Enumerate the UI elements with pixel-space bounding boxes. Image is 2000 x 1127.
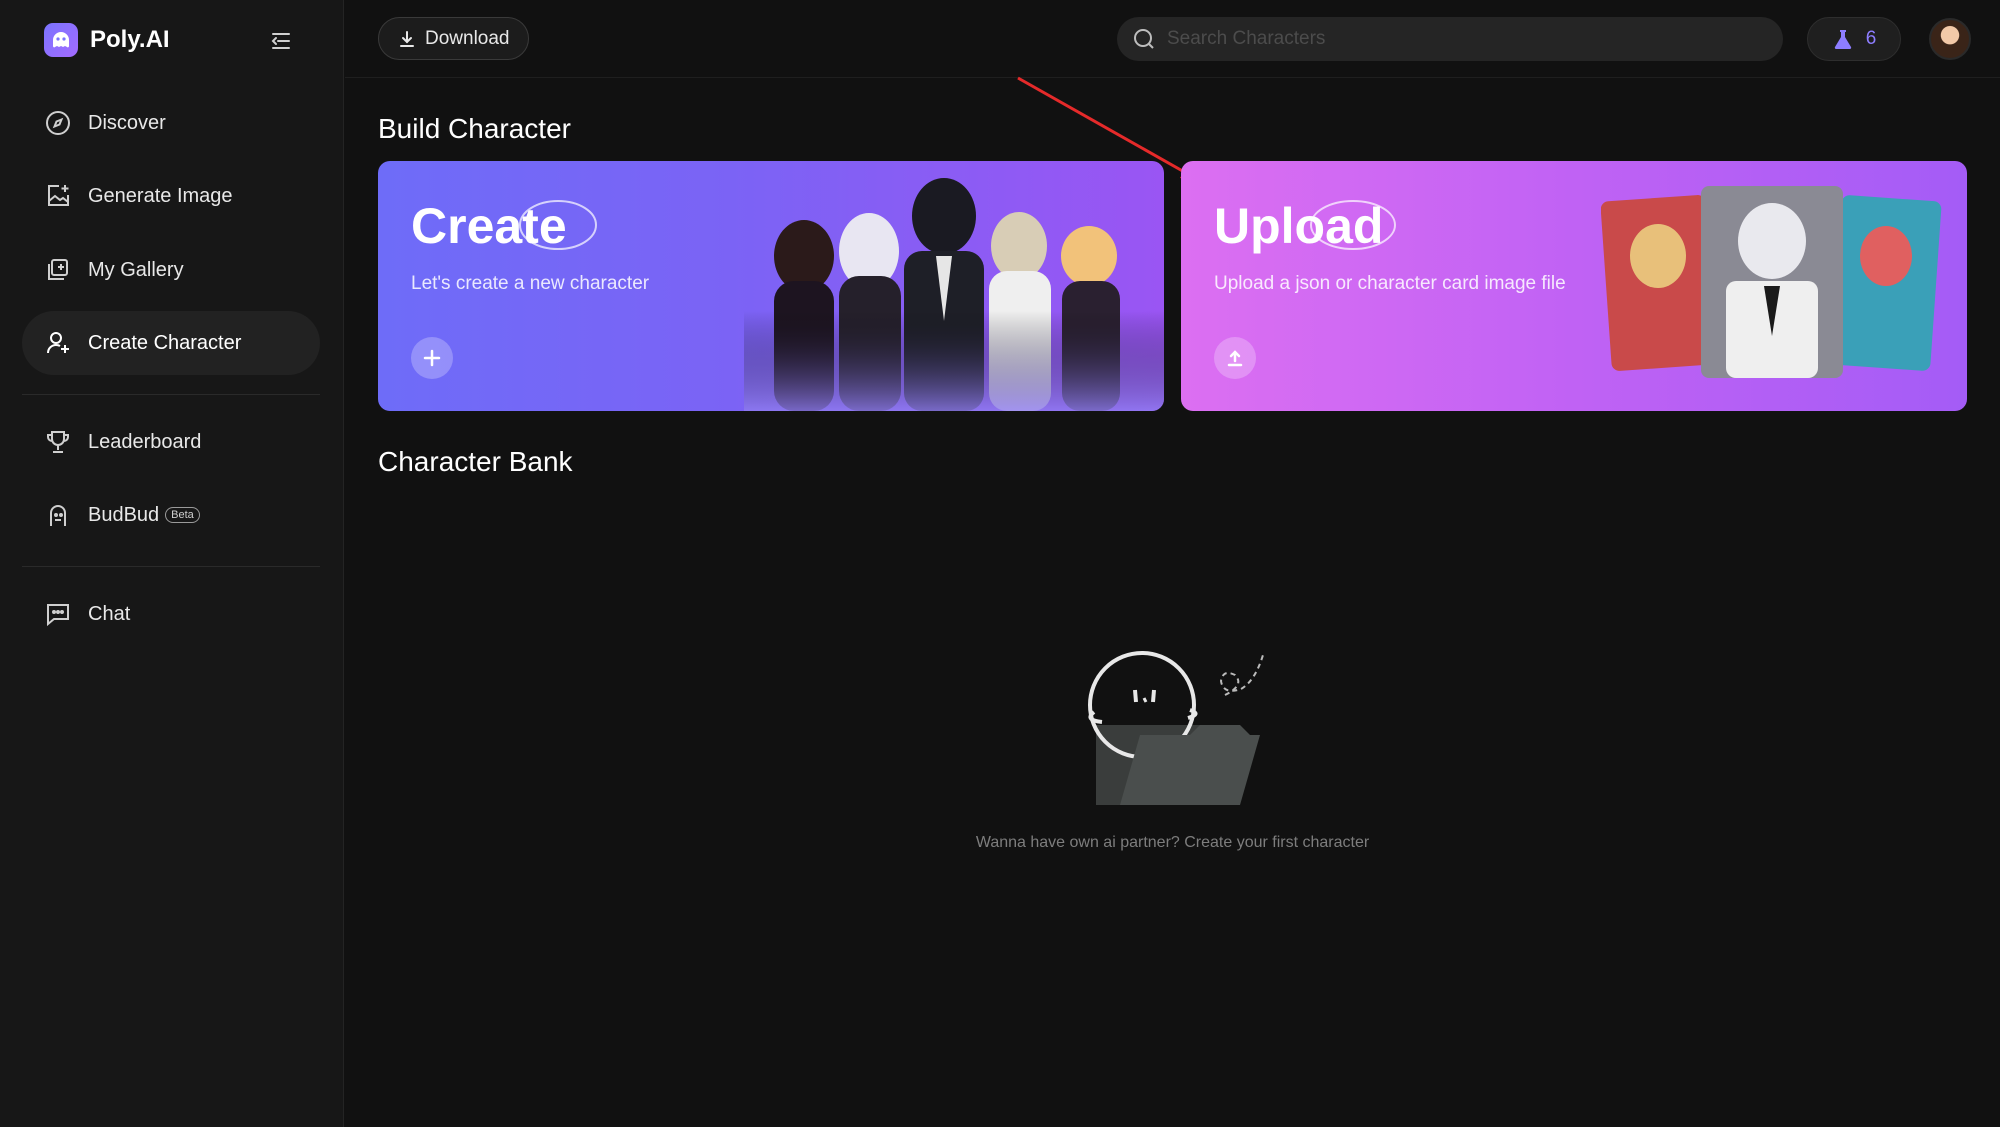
credits-count: 6 xyxy=(1865,28,1877,49)
image-plus-icon xyxy=(44,182,72,210)
upload-card-subtitle: Upload a json or character card image fi… xyxy=(1214,273,1566,294)
chat-icon xyxy=(44,600,72,628)
budbud-icon xyxy=(44,501,72,529)
compass-icon xyxy=(44,109,72,137)
sidebar-item-chat[interactable]: Chat xyxy=(22,582,320,646)
sidebar-item-discover[interactable]: Discover xyxy=(22,91,320,155)
avatar[interactable] xyxy=(1929,18,1971,60)
characters-illustration xyxy=(744,161,1164,411)
sidebar-item-create-character[interactable]: Create Character xyxy=(22,311,320,375)
sidebar-item-label: Discover xyxy=(88,111,166,134)
swirl-decoration xyxy=(519,200,597,250)
plus-icon xyxy=(423,349,441,367)
sidebar-item-label: BudBud xyxy=(88,503,160,526)
flask-icon xyxy=(1834,30,1851,49)
sidebar: Poly.AI Discover Generate Image My Galle… xyxy=(0,0,344,1127)
sidebar-item-leaderboard[interactable]: Leaderboard xyxy=(22,410,320,474)
credits-badge[interactable]: 6 xyxy=(1807,17,1901,61)
create-card-subtitle: Let's create a new character xyxy=(411,273,650,294)
trophy-icon xyxy=(44,428,72,456)
download-button[interactable]: Download xyxy=(378,17,529,60)
build-character-title: Build Character xyxy=(378,113,571,144)
sidebar-item-label: Chat xyxy=(88,602,131,625)
app-name: Poly.AI xyxy=(90,26,170,53)
top-header: Download 6 xyxy=(345,0,2000,78)
gallery-icon xyxy=(44,256,72,284)
sidebar-item-label: Leaderboard xyxy=(88,430,202,453)
sidebar-item-label: Create Character xyxy=(88,331,242,354)
download-label: Download xyxy=(425,27,510,49)
sidebar-divider xyxy=(22,566,320,567)
upload-character-card[interactable]: Upload Upload a json or character card i… xyxy=(1181,161,1967,411)
sidebar-item-generate-image[interactable]: Generate Image xyxy=(22,164,320,228)
swirl-decoration xyxy=(1310,200,1396,250)
user-plus-icon xyxy=(44,329,72,357)
sidebar-divider xyxy=(22,394,320,395)
download-icon xyxy=(400,30,414,47)
app-logo[interactable]: Poly.AI xyxy=(44,23,170,57)
sidebar-item-label: Generate Image xyxy=(88,184,233,207)
sidebar-item-budbud[interactable]: BudBud Beta xyxy=(22,483,320,547)
upload-button[interactable] xyxy=(1214,337,1256,379)
upload-icon xyxy=(1227,350,1243,367)
logo-icon xyxy=(44,23,78,57)
character-bank-title: Character Bank xyxy=(378,446,573,477)
empty-folder-illustration xyxy=(1088,651,1264,805)
create-character-card[interactable]: Create Let's create a new character xyxy=(378,161,1164,411)
collapse-sidebar-icon[interactable] xyxy=(268,28,294,54)
search-input[interactable] xyxy=(1167,28,1747,50)
search-icon xyxy=(1134,29,1154,49)
create-plus-button[interactable] xyxy=(411,337,453,379)
sidebar-item-my-gallery[interactable]: My Gallery xyxy=(22,238,320,302)
character-cards-illustration xyxy=(1601,186,1942,378)
search-bar[interactable] xyxy=(1117,17,1783,61)
empty-state-text: Wanna have own ai partner? Create your f… xyxy=(975,834,1370,851)
sidebar-item-label: My Gallery xyxy=(88,258,184,281)
beta-badge: Beta xyxy=(165,507,200,523)
